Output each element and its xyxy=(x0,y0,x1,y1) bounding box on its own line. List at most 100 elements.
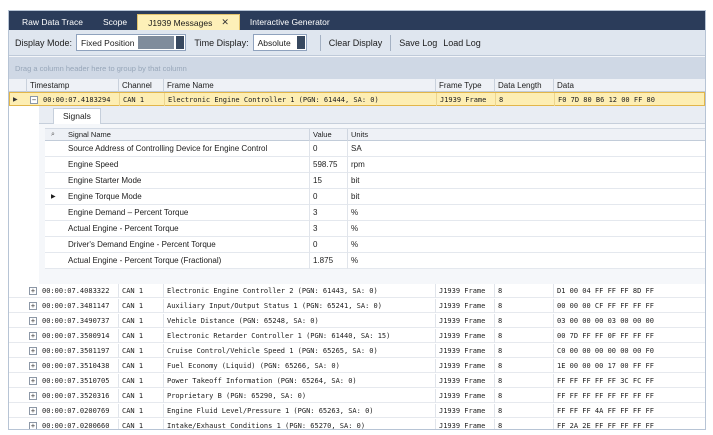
chevron-down-icon[interactable] xyxy=(176,36,185,49)
cell-frame-name: Electronic Retarder Controller 1 (PGN: 6… xyxy=(164,329,436,343)
cell-timestamp: 00:00:07.3481147 xyxy=(39,299,119,313)
expand-icon[interactable]: + xyxy=(29,347,37,355)
table-row[interactable]: + 00:00:07.4083322 CAN 1 Electronic Engi… xyxy=(9,284,705,298)
table-row[interactable]: + 00:00:07.0200769 CAN 1 Engine Fluid Le… xyxy=(9,404,705,418)
expand-icon[interactable]: + xyxy=(29,302,37,310)
column-header-data[interactable]: Data xyxy=(554,79,705,92)
cell-data: FF FF FF 4A FF FF FF FF xyxy=(557,407,654,415)
signal-units: % xyxy=(351,256,359,265)
signal-row[interactable]: Engine Speed 598.75 rpm xyxy=(45,157,705,173)
time-display-select[interactable]: Absolute xyxy=(252,34,307,51)
expand-icon[interactable]: + xyxy=(29,332,37,340)
save-log-button[interactable]: Save Log xyxy=(396,38,440,48)
column-header-channel[interactable]: Channel xyxy=(119,79,164,92)
cell-channel: CAN 1 xyxy=(119,359,164,373)
signal-units: % xyxy=(351,224,359,233)
display-mode-select[interactable]: Fixed Position xyxy=(76,34,187,51)
cell-timestamp: 00:00:07.3501197 xyxy=(39,344,119,358)
cell-channel: CAN 1 xyxy=(119,314,164,328)
column-header-value[interactable]: Value xyxy=(310,129,348,141)
column-header-units[interactable]: Units xyxy=(348,129,705,141)
cell-frame-type: J1939 Frame xyxy=(436,284,495,298)
table-row[interactable]: + 00:00:07.3500914 CAN 1 Electronic Reta… xyxy=(9,329,705,343)
cell-frame-type: J1939 Frame xyxy=(436,359,495,373)
display-mode-value: Fixed Position xyxy=(81,37,135,48)
cell-timestamp: 00:00:07.3520316 xyxy=(39,389,119,403)
table-row[interactable]: + 00:00:07.3481147 CAN 1 Auxiliary Input… xyxy=(9,299,705,313)
cell-timestamp: 00:00:07.3490737 xyxy=(39,314,119,328)
expand-icon[interactable]: + xyxy=(29,377,37,385)
load-log-button[interactable]: Load Log xyxy=(440,38,484,48)
column-header-signal-name[interactable]: Signal Name xyxy=(65,129,310,141)
signal-name: Actual Engine - Percent Torque xyxy=(65,221,310,237)
tab-scope[interactable]: Scope xyxy=(93,14,137,30)
expand-icon[interactable]: + xyxy=(29,422,37,429)
table-row[interactable]: + 00:00:07.3501197 CAN 1 Cruise Control/… xyxy=(9,344,705,358)
cell-timestamp: 00:00:07.3510438 xyxy=(39,359,119,373)
time-display-value: Absolute xyxy=(257,37,291,48)
signal-row[interactable]: Actual Engine - Percent Torque (Fraction… xyxy=(45,253,705,269)
search-icon[interactable]: ⌕ xyxy=(51,129,55,141)
cell-timestamp: 00:00:07.0200769 xyxy=(39,404,119,418)
expand-icon[interactable]: + xyxy=(29,317,37,325)
cell-data: FF FF FF FF FF FF FF FF xyxy=(557,392,654,400)
table-row[interactable]: + 00:00:07.3510705 CAN 1 Power Takeoff I… xyxy=(9,374,705,388)
cell-channel: CAN 1 xyxy=(119,404,164,418)
table-row-selected[interactable]: ▶ − 00:00:07.4183294 CAN 1 Electronic En… xyxy=(9,92,705,107)
signal-row[interactable]: Engine Starter Mode 15 bit xyxy=(45,173,705,189)
grid-header: Timestamp Channel Frame Name Frame Type … xyxy=(9,79,705,92)
tab-signals[interactable]: Signals xyxy=(53,108,101,124)
toolbar-separator xyxy=(390,34,392,51)
signal-row[interactable]: Source Address of Controlling Device for… xyxy=(45,141,705,157)
cell-frame-name: Vehicle Distance (PGN: 65248, SA: 0) xyxy=(164,314,436,328)
tab-label: J1939 Messages xyxy=(148,17,213,28)
cell-frame-name: Engine Fluid Level/Pressure 1 (PGN: 6526… xyxy=(164,404,436,418)
signal-row-current[interactable]: ▶ Engine Torque Mode 0 bit xyxy=(45,189,705,205)
table-row[interactable]: + 00:00:07.3490737 CAN 1 Vehicle Distanc… xyxy=(9,314,705,328)
close-icon[interactable]: ✕ xyxy=(221,17,229,28)
signal-row[interactable]: Driver's Demand Engine - Percent Torque … xyxy=(45,237,705,253)
table-row[interactable]: + 00:00:07.0200660 CAN 1 Intake/Exhaust … xyxy=(9,419,705,429)
expand-icon[interactable]: + xyxy=(29,362,37,370)
column-header-data-length[interactable]: Data Length xyxy=(495,79,554,92)
cell-frame-name: Intake/Exhaust Conditions 1 (PGN: 65270,… xyxy=(164,419,436,429)
signal-units: % xyxy=(351,208,359,217)
collapse-icon[interactable]: − xyxy=(30,96,38,104)
tab-j1939-messages[interactable]: J1939 Messages ✕ xyxy=(137,14,240,30)
signal-name: Engine Speed xyxy=(65,157,310,173)
expand-icon[interactable]: + xyxy=(29,392,37,400)
tab-raw-data-trace[interactable]: Raw Data Trace xyxy=(12,14,93,30)
tab-interactive-generator[interactable]: Interactive Generator xyxy=(240,14,340,30)
tab-label: Scope xyxy=(102,17,128,27)
chevron-down-icon[interactable] xyxy=(296,36,305,49)
cell-frame-name: Electronic Engine Controller 2 (PGN: 614… xyxy=(164,284,436,298)
expand-icon[interactable]: + xyxy=(29,287,37,295)
clear-display-button[interactable]: Clear Display xyxy=(326,38,386,48)
signal-row[interactable]: Engine Demand – Percent Torque 3 % xyxy=(45,205,705,221)
table-row[interactable]: + 00:00:07.3520316 CAN 1 Proprietary B (… xyxy=(9,389,705,403)
combo-fill xyxy=(138,36,175,49)
cell-frame-type: J1939 Frame xyxy=(437,93,496,107)
group-panel[interactable]: Drag a column header here to group by th… xyxy=(9,57,705,79)
cell-channel: CAN 1 xyxy=(119,389,164,403)
signal-name: Driver's Demand Engine - Percent Torque xyxy=(65,237,310,253)
signal-row[interactable]: Actual Engine - Percent Torque 3 % xyxy=(45,221,705,237)
table-row[interactable]: + 00:00:07.3510438 CAN 1 Fuel Economy (L… xyxy=(9,359,705,373)
cell-frame-type: J1939 Frame xyxy=(436,374,495,388)
cell-data: F0 7D 80 B6 12 00 FF 80 xyxy=(558,96,655,104)
signal-value: 1.875 xyxy=(310,253,348,269)
column-header-frame-name[interactable]: Frame Name xyxy=(164,79,436,92)
cell-frame-name: Power Takeoff Information (PGN: 65264, S… xyxy=(164,374,436,388)
column-header-frame-type[interactable]: Frame Type xyxy=(436,79,495,92)
column-header-timestamp[interactable]: Timestamp xyxy=(27,79,119,92)
cell-frame-name: Fuel Economy (Liquid) (PGN: 65266, SA: 0… xyxy=(164,359,436,373)
cell-frame-type: J1939 Frame xyxy=(436,299,495,313)
messages-grid: Timestamp Channel Frame Name Frame Type … xyxy=(9,79,705,429)
indicator-column-header xyxy=(9,79,27,92)
signal-units: bit xyxy=(351,192,360,201)
toolbar: Display Mode: Fixed Position Time Displa… xyxy=(9,30,705,56)
detail-tab-bar: Signals xyxy=(39,106,705,124)
signal-value: 598.75 xyxy=(310,157,348,173)
signal-value: 0 xyxy=(310,237,348,253)
expand-icon[interactable]: + xyxy=(29,407,37,415)
